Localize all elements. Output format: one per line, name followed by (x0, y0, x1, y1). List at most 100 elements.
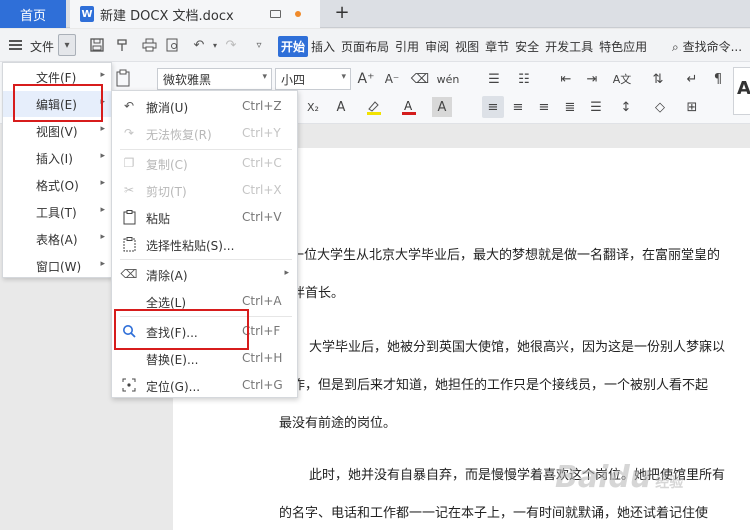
line-spacing-icon[interactable]: ↕ (616, 97, 636, 117)
tab-view[interactable]: 视图 (452, 36, 482, 57)
tab-document-label: 新建 DOCX 文档.docx (100, 8, 234, 24)
menu-item-label: 清除(A) (146, 269, 188, 283)
format-painter-icon[interactable] (114, 36, 132, 54)
goto-icon (121, 377, 137, 393)
document-line[interactable]: 最没有前途的岗位。 (279, 412, 396, 431)
new-tab-button[interactable]: + (332, 2, 352, 23)
menu-item-label: 复制(C) (146, 158, 188, 172)
tab-start[interactable]: 开始 (278, 36, 309, 57)
find-highlight-box (114, 309, 249, 350)
numbering-icon[interactable]: ☷ (514, 69, 534, 89)
chevron-right-icon: ▸ (100, 178, 105, 188)
align-right-icon[interactable]: ≡ (534, 97, 554, 117)
baidu-watermark: Baidu 经验 (555, 460, 683, 495)
unsaved-dot-icon (295, 11, 301, 17)
search-icon: ⌕ (672, 40, 679, 54)
menu-item-label: 撤消(U) (146, 101, 189, 115)
sort-icon[interactable]: ⇅ (648, 69, 668, 89)
menu-item-undo[interactable]: ↶ 撤消(U) Ctrl+Z (112, 93, 297, 119)
menu-item-shortcut: Ctrl+V (242, 210, 282, 224)
search-commands-label: 查找命令... (682, 40, 743, 54)
search-commands-field[interactable]: ⌕ 查找命令... (672, 38, 742, 55)
menu-item-copy[interactable]: ❐ 复制(C) Ctrl+C (112, 150, 297, 176)
menu-item-insert[interactable]: 插入(I) ▸ (3, 145, 111, 171)
menu-item-tools[interactable]: 工具(T) ▸ (3, 199, 111, 225)
monitor-icon[interactable] (270, 10, 281, 18)
borders-icon[interactable]: ⊞ (682, 97, 702, 117)
menu-item-label: 无法恢复(R) (146, 128, 212, 142)
font-color-icon[interactable]: A (399, 97, 419, 117)
justify-icon[interactable]: ≣ (560, 97, 580, 117)
char-shading-icon[interactable]: A (432, 97, 452, 117)
chevron-down-icon[interactable]: ▾ (58, 34, 76, 56)
tab-features[interactable]: 特色应用 (596, 36, 650, 57)
menu-item-cut[interactable]: ✂ 剪切(T) Ctrl+X (112, 177, 297, 203)
increase-indent-icon[interactable]: ⇥ (582, 69, 602, 89)
align-left-icon[interactable]: ≡ (482, 96, 504, 118)
tab-review[interactable]: 审阅 (422, 36, 452, 57)
spacing-icon[interactable]: ¶ (708, 69, 728, 89)
menu-item-shortcut: Ctrl+H (242, 351, 283, 365)
menu-item-paste[interactable]: 粘贴 Ctrl+V (112, 204, 297, 230)
undo-icon: ↶ (123, 99, 135, 113)
tab-page-layout[interactable]: 页面布局 (338, 36, 392, 57)
menu-item-label: 格式(O) (36, 178, 79, 193)
distributed-icon[interactable]: ☰ (586, 97, 606, 117)
print-preview-icon[interactable] (164, 36, 182, 54)
print-icon[interactable] (140, 36, 158, 54)
tab-security[interactable]: 安全 (512, 36, 542, 57)
menu-item-paste-special[interactable]: 选择性粘贴(S)... (112, 231, 297, 257)
menu-item-goto[interactable]: 定位(G)... Ctrl+G (112, 372, 297, 398)
tab-insert[interactable]: 插入 (308, 36, 338, 57)
document-line[interactable]: 大学毕业后，她被分到英国大使馆，她很高兴，因为这是一份别人梦寐以 (309, 336, 725, 355)
file-menu-button[interactable]: 文件 (30, 38, 54, 55)
chinese-layout-icon[interactable]: A文 (612, 69, 632, 89)
menu-item-label: 选择性粘贴(S)... (146, 239, 235, 253)
font-size-select[interactable]: 小四 ▾ (275, 68, 351, 90)
document-line[interactable]: 的名字、电话和工作都一一记在本子上，一有时间就默诵，她还试着记住使 (279, 502, 708, 521)
align-center-icon[interactable]: ≡ (508, 97, 528, 117)
customize-toolbar-icon[interactable]: ▿ (250, 36, 268, 54)
show-marks-icon[interactable]: ↵ (682, 69, 702, 89)
decrease-indent-icon[interactable]: ⇤ (556, 69, 576, 89)
menu-row: 文件 ▾ ↶ ▾ ↷ ▿ 开始 插入 页面布局 引用 审阅 视图 章节 安全 开… (0, 29, 750, 62)
subscript-icon[interactable]: X₂ (303, 97, 323, 117)
clear-format-icon[interactable]: ⌫ (410, 69, 430, 89)
menu-item-label: 粘贴 (146, 212, 171, 226)
menu-item-shortcut: Ctrl+X (242, 183, 282, 197)
menu-item-window[interactable]: 窗口(W) ▸ (3, 253, 111, 279)
shrink-font-icon[interactable]: A⁻ (382, 69, 402, 89)
redo-icon[interactable]: ↷ (222, 36, 240, 54)
menu-item-label: 表格(A) (36, 232, 78, 247)
tab-home-label: 首页 (19, 8, 46, 24)
menu-item-redo[interactable]: ↷ 无法恢复(R) Ctrl+Y (112, 120, 297, 146)
grow-font-icon[interactable]: A⁺ (356, 69, 376, 89)
menu-item-label: 插入(I) (36, 151, 73, 166)
edit-highlight-box (13, 84, 103, 122)
document-line[interactable]: 工作，但是到后来才知道，她担任的工作只是个接线员，一个被别人看不起 (279, 374, 708, 393)
font-name-select[interactable]: 微软雅黑 ▾ (157, 68, 272, 90)
hamburger-icon[interactable] (9, 40, 22, 50)
menu-item-shortcut: Ctrl+G (242, 378, 283, 392)
menu-item-table[interactable]: 表格(A) ▸ (3, 226, 111, 252)
tab-references[interactable]: 引用 (392, 36, 422, 57)
paste-icon[interactable] (113, 68, 133, 88)
tab-developer[interactable]: 开发工具 (542, 36, 596, 57)
menu-item-label: 剪切(T) (146, 185, 187, 199)
menu-item-format[interactable]: 格式(O) ▸ (3, 172, 111, 198)
phonetic-guide-icon[interactable]: wén (437, 69, 460, 89)
menu-item-label: 视图(V) (36, 124, 78, 139)
save-icon[interactable] (88, 36, 106, 54)
tab-section[interactable]: 章节 (482, 36, 512, 57)
style-preview[interactable]: A (733, 67, 750, 115)
text-effect-icon[interactable]: A (331, 97, 351, 117)
cut-icon: ✂ (123, 183, 135, 197)
tab-home[interactable]: 首页 (0, 0, 66, 28)
paste-special-icon (121, 236, 137, 252)
shading-icon[interactable]: ◇ (650, 97, 670, 117)
document-line[interactable]: 一位大学生从北京大学毕业后，最大的梦想就是做一名翻译，在富丽堂皇的 (291, 244, 720, 263)
menu-item-label: 文件(F) (36, 70, 77, 85)
bullets-icon[interactable]: ☰ (484, 69, 504, 89)
menu-item-clear[interactable]: ⌫ 清除(A) ▸ (112, 261, 297, 287)
highlight-icon[interactable] (364, 97, 384, 117)
